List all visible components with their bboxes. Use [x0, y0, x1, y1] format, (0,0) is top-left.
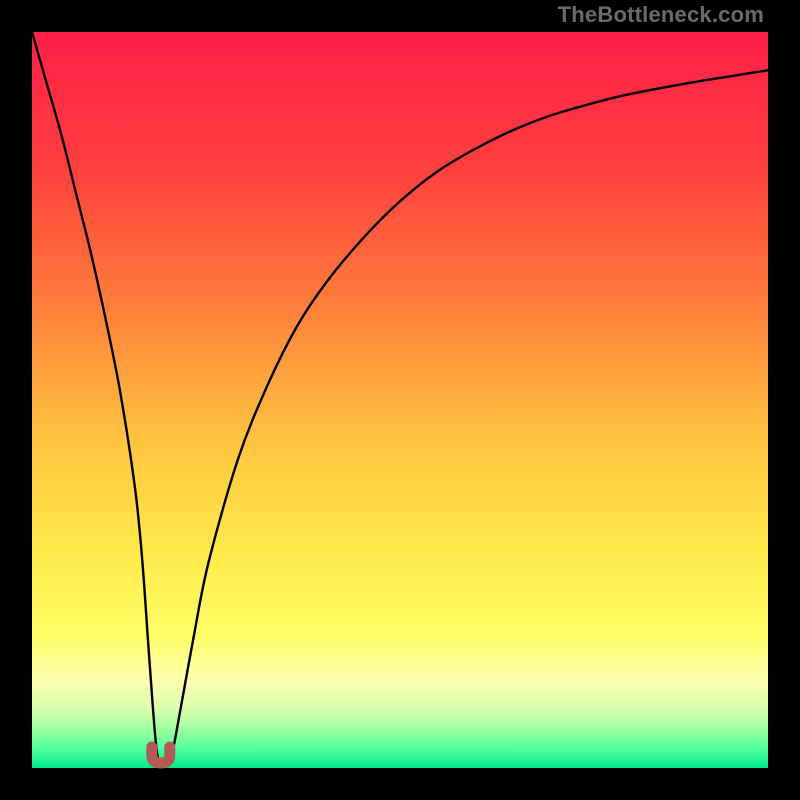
plot-area — [32, 32, 768, 768]
watermark-text: TheBottleneck.com — [558, 2, 764, 28]
chart-frame — [32, 32, 768, 768]
bottleneck-curve — [32, 32, 768, 768]
